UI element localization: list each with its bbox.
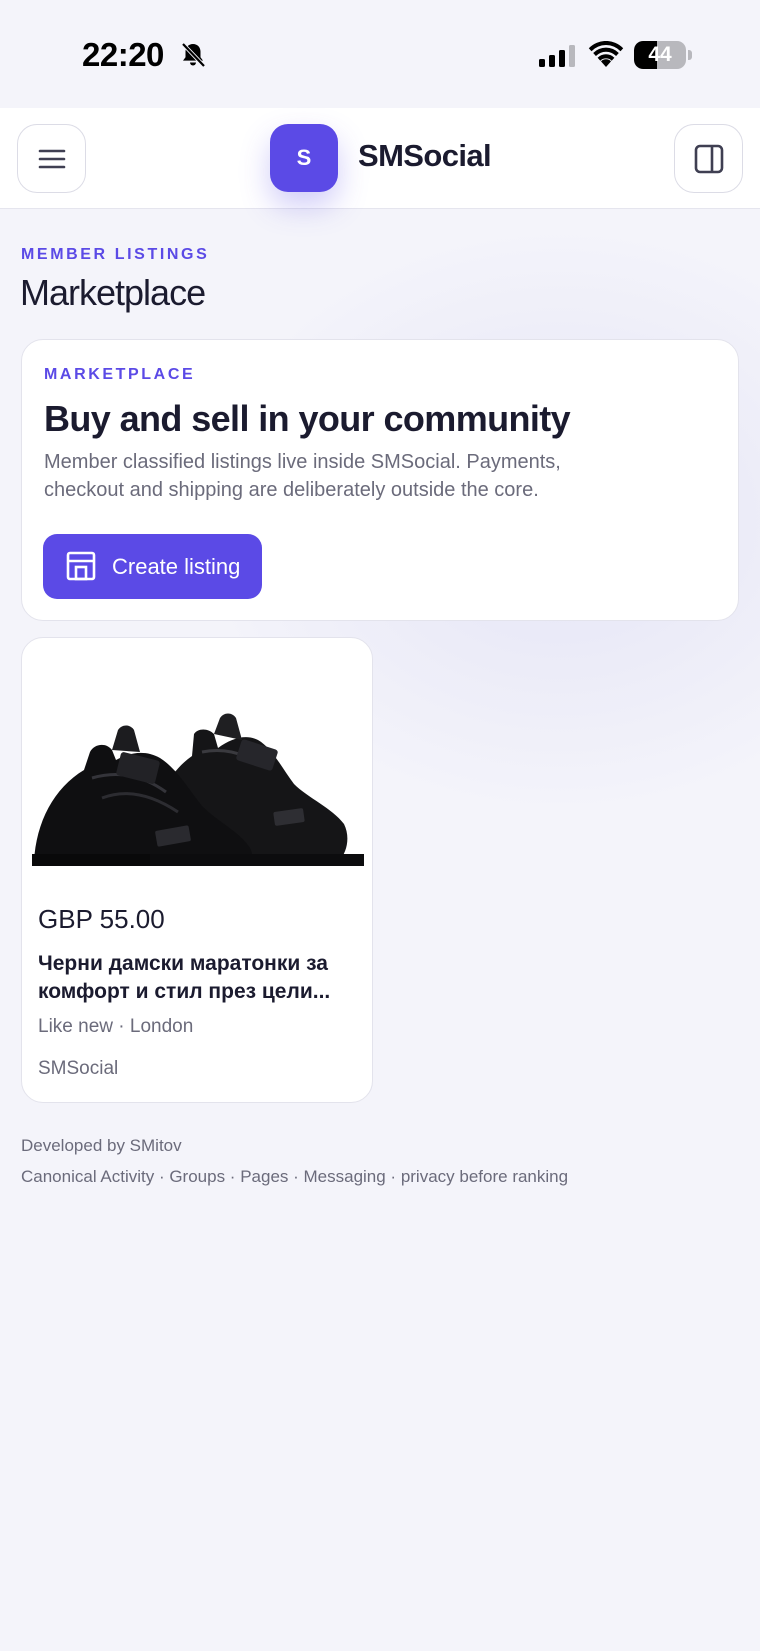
hero-description: Member classified listings live inside S… — [44, 451, 561, 501]
marketplace-intro-card: MARKETPLACE Buy and sell in your communi… — [21, 339, 739, 621]
battery-indicator: 44 — [634, 41, 692, 69]
wifi-icon — [588, 41, 624, 67]
battery-level: 44 — [648, 43, 672, 66]
footer-links: Canonical Activity · Groups · Pages · Me… — [21, 1167, 569, 1186]
listing-title[interactable]: Черни дамски маратонки за комфорт и стил… — [38, 950, 356, 1006]
marketplace-page: 22:20 44 S SMSocial MEMBER LISTINGS Mark… — [0, 0, 760, 1651]
page-title: Marketplace — [20, 272, 206, 313]
status-bar: 22:20 44 — [0, 0, 760, 108]
sidebar-panel-icon — [694, 144, 723, 173]
bell-slash-icon — [181, 42, 206, 68]
create-listing-label: Create listing — [112, 554, 241, 579]
hamburger-menu-icon — [38, 149, 65, 168]
listing-seller[interactable]: SMSocial — [38, 1058, 118, 1080]
page-eyebrow: MEMBER LISTINGS — [21, 246, 210, 263]
sidebar-toggle-button[interactable] — [674, 124, 743, 193]
footer-developed-by: Developed by SMitov — [21, 1136, 182, 1155]
status-time: 22:20 — [82, 36, 164, 73]
hero-eyebrow: MARKETPLACE — [44, 366, 196, 383]
brand-logo[interactable]: S — [270, 124, 338, 192]
hero-title: Buy and sell in your community — [44, 398, 571, 439]
storefront-icon — [66, 551, 96, 581]
cellular-signal-icon — [539, 45, 575, 67]
listing-price: GBP 55.00 — [38, 904, 165, 934]
listing-image[interactable] — [32, 648, 364, 916]
brand-logo-letter: S — [296, 145, 312, 170]
listing-meta: Like new · London — [38, 1016, 194, 1037]
app-header: S SMSocial — [0, 108, 760, 209]
brand-name[interactable]: SMSocial — [358, 138, 492, 174]
create-listing-button[interactable]: Create listing — [43, 534, 262, 599]
listing-card[interactable]: GBP 55.00 Черни дамски маратонки за комф… — [21, 637, 373, 1103]
menu-button[interactable] — [17, 124, 86, 193]
